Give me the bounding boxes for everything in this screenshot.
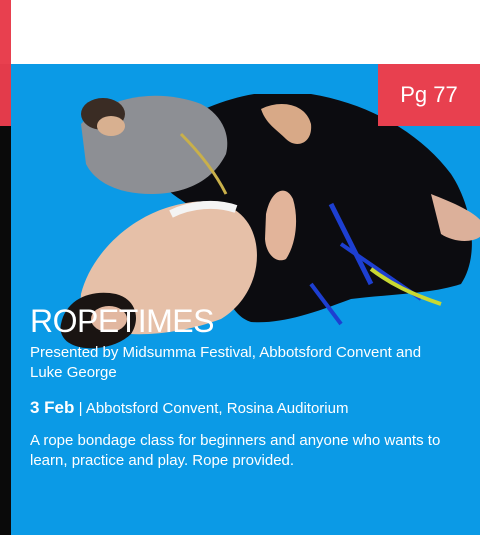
- event-date: 3 Feb: [30, 398, 75, 417]
- event-presenter: Presented by Midsumma Festival, Abbotsfo…: [30, 344, 422, 381]
- left-accent-strip: [0, 0, 11, 64]
- left-dark-strip: [0, 126, 11, 535]
- event-title: ROPETIMES: [30, 303, 214, 339]
- event-venue: Abbotsford Convent, Rosina Auditorium: [85, 400, 349, 417]
- event-separator: |: [78, 400, 83, 417]
- page-number-badge: Pg 77: [378, 64, 480, 126]
- left-accent-strip-lower: [0, 64, 11, 126]
- page-number-label: Pg 77: [400, 82, 458, 107]
- event-description: A rope bondage class for beginners and a…: [30, 432, 441, 469]
- event-date-venue: 3 Feb | Abbotsford Convent, Rosina Audit…: [30, 398, 348, 418]
- top-margin: [0, 0, 480, 64]
